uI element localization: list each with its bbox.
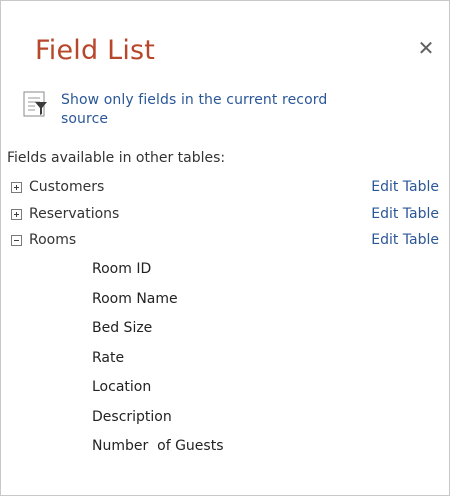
close-icon: ✕ bbox=[417, 36, 435, 60]
show-only-label-line-2: source bbox=[61, 111, 109, 127]
table-name[interactable]: Customers bbox=[29, 179, 339, 195]
field-item-number-of-guests[interactable]: Number of Guests bbox=[92, 435, 224, 465]
filter-record-source-icon bbox=[23, 91, 47, 117]
edit-table-link[interactable]: Edit Table bbox=[339, 232, 439, 248]
field-item-room-id[interactable]: Room ID bbox=[92, 258, 224, 288]
pane-title: Field List bbox=[35, 35, 156, 66]
edit-table-link[interactable]: Edit Table bbox=[339, 206, 439, 222]
other-tables-heading: Fields available in other tables: bbox=[7, 150, 226, 166]
rooms-field-list: Room ID Room Name Bed Size Rate Location… bbox=[92, 258, 224, 465]
field-item-bed-size[interactable]: Bed Size bbox=[92, 317, 224, 347]
field-item-rate[interactable]: Rate bbox=[92, 347, 224, 377]
field-item-description[interactable]: Description bbox=[92, 406, 224, 436]
table-row-customers[interactable]: Customers Edit Table bbox=[11, 176, 439, 198]
expand-icon[interactable] bbox=[11, 181, 22, 193]
show-only-label-line-1: Show only fields in the current record bbox=[61, 92, 328, 108]
field-item-room-name[interactable]: Room Name bbox=[92, 288, 224, 318]
field-list-pane: Field List ✕ Show only fields in the cur… bbox=[0, 0, 450, 496]
table-row-reservations[interactable]: Reservations Edit Table bbox=[11, 203, 439, 225]
table-name[interactable]: Reservations bbox=[29, 206, 339, 222]
show-only-current-fields-link[interactable]: Show only fields in the current record s… bbox=[23, 91, 403, 129]
table-name[interactable]: Rooms bbox=[29, 232, 339, 248]
close-button[interactable]: ✕ bbox=[415, 37, 437, 59]
table-row-rooms[interactable]: Rooms Edit Table bbox=[11, 229, 439, 251]
collapse-icon[interactable] bbox=[11, 234, 22, 246]
edit-table-link[interactable]: Edit Table bbox=[339, 179, 439, 195]
expand-icon[interactable] bbox=[11, 208, 22, 220]
field-item-location[interactable]: Location bbox=[92, 376, 224, 406]
